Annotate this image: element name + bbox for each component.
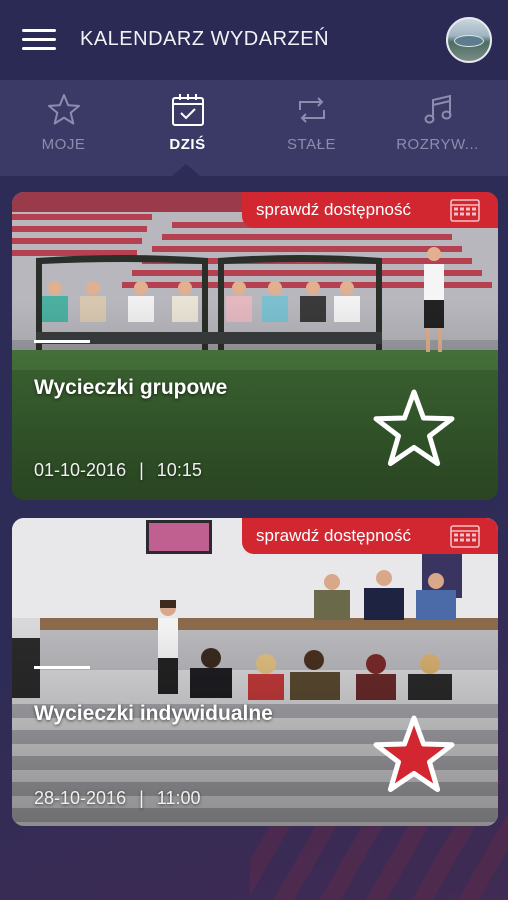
event-datetime: 28-10-2016 | 11:00 — [34, 788, 201, 809]
hamburger-menu-icon[interactable] — [22, 27, 58, 53]
availability-button[interactable]: sprawdź dostępność — [242, 192, 498, 228]
event-datetime: 01-10-2016 | 10:15 — [34, 460, 202, 481]
app-bar: KALENDARZ WYDARZEŃ — [0, 0, 508, 80]
event-time: 10:15 — [156, 460, 202, 480]
calendar-grid-icon — [450, 199, 480, 222]
event-time: 11:00 — [156, 788, 201, 808]
app-title: KALENDARZ WYDARZEŃ — [80, 28, 330, 50]
date-separator: | — [139, 788, 144, 808]
event-title: Wycieczki grupowe — [34, 376, 228, 399]
tab-moje[interactable]: MOJE — [0, 80, 127, 176]
tab-label: STAŁE — [287, 136, 336, 153]
tab-stale[interactable]: STAŁE — [248, 80, 375, 176]
repeat-icon — [299, 97, 325, 123]
date-separator: | — [139, 460, 144, 480]
star-outline-icon — [48, 94, 80, 125]
tab-label: ROZRYW... — [396, 136, 479, 153]
availability-label: sprawdź dostępność — [256, 526, 411, 545]
event-title: Wycieczki indywidualne — [34, 702, 273, 725]
star-filled-icon[interactable] — [372, 714, 456, 794]
music-note-icon — [424, 94, 452, 124]
event-date: 01-10-2016 — [34, 460, 127, 480]
star-outline-icon[interactable] — [372, 388, 456, 468]
title-divider — [34, 666, 90, 669]
availability-label: sprawdź dostępność — [256, 200, 411, 219]
tab-rozrywka[interactable]: ROZRYW... — [374, 80, 501, 176]
title-divider — [34, 340, 90, 343]
tab-bar: MOJE DZIŚ STAŁE ROZRYW... — [0, 80, 508, 176]
calendar-grid-icon — [450, 525, 480, 548]
user-avatar[interactable] — [446, 17, 492, 63]
event-card[interactable]: sprawdź dostępność Wycieczki indywidualn… — [12, 518, 498, 826]
calendar-check-icon — [172, 94, 204, 126]
tab-dzis[interactable]: DZIŚ — [124, 80, 251, 176]
tab-label: DZIŚ — [169, 136, 206, 153]
availability-button[interactable]: sprawdź dostępność — [242, 518, 498, 554]
tab-label: MOJE — [41, 136, 86, 153]
event-card[interactable]: sprawdź dostępność Wycieczki grupowe 01-… — [12, 192, 498, 500]
active-tab-indicator — [172, 164, 200, 176]
event-date: 28-10-2016 — [34, 788, 127, 808]
